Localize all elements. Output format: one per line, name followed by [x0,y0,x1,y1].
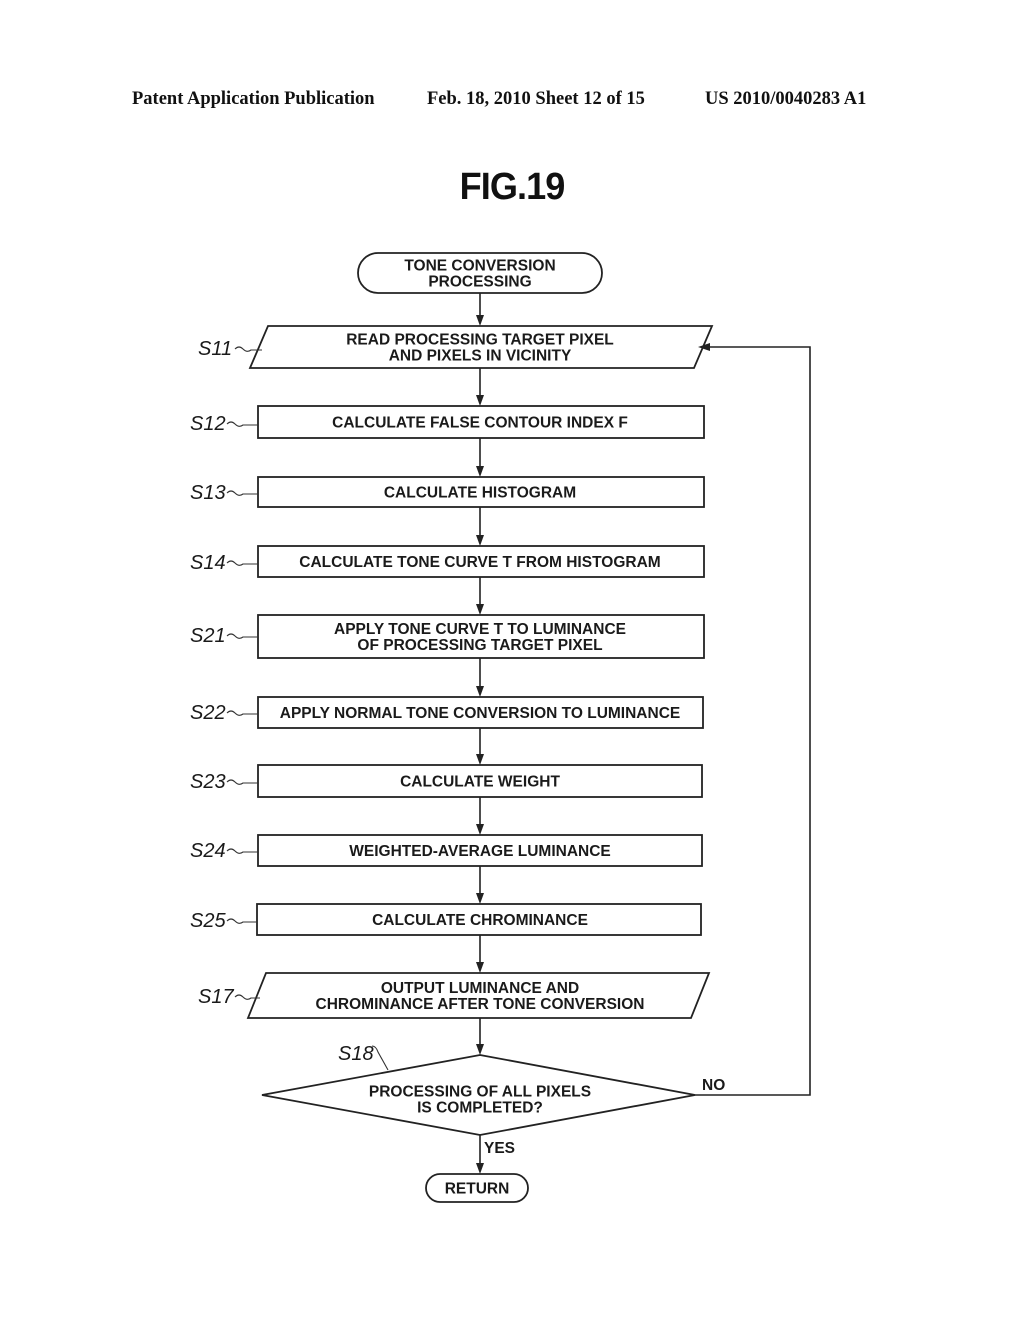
yes-label: YES [484,1140,515,1157]
arrowhead-icon [476,824,484,835]
step-id: S13 [190,482,226,504]
step-text: READ PROCESSING TARGET PIXEL [346,332,614,349]
leader-line [226,918,257,924]
arrow-s24-next [476,866,484,904]
arrow-s25-next [476,935,484,973]
arrow-s17-next [476,1018,484,1055]
step-s23: CALCULATE WEIGHT [257,764,703,798]
step-label-s25: S25 [190,910,257,932]
arrowhead-icon [476,1044,484,1055]
step-text: CALCULATE FALSE CONTOUR INDEX F [332,415,628,432]
step-label-s12: S12 [190,413,258,435]
leader-line [226,779,258,785]
decision-text: PROCESSING OF ALL PIXELS [369,1084,591,1101]
leader-line [371,1045,389,1071]
arrow-s11-next [476,368,484,406]
step-id: S24 [190,840,226,862]
arrowhead-icon [476,466,484,477]
step-label-s24: S24 [190,840,258,862]
step-id: S18 [338,1043,374,1065]
step-id: S22 [190,702,226,724]
leader-line [226,490,258,496]
yes-branch: YES [484,1140,515,1157]
decision-text: IS COMPLETED? [417,1100,543,1117]
arrow-s22-next [476,728,484,765]
step-text: APPLY NORMAL TONE CONVERSION TO LUMINANC… [280,705,680,722]
step-s17: OUTPUT LUMINANCE ANDCHROMINANCE AFTER TO… [246,972,711,1019]
step-text: CALCULATE WEIGHT [400,774,560,791]
arrow-s13-next [476,507,484,546]
step-s11: READ PROCESSING TARGET PIXELAND PIXELS I… [248,325,714,369]
leader-line [226,848,258,854]
step-id: S14 [190,552,226,574]
step-label-s13: S13 [190,482,258,504]
start-terminator: TONE CONVERSIONPROCESSING [357,252,603,294]
decision-s18: PROCESSING OF ALL PIXELSIS COMPLETED? S18 [261,1043,696,1136]
step-s12: CALCULATE FALSE CONTOUR INDEX F [257,405,705,439]
step-label-s11: S11 [198,338,262,360]
step-id: S17 [198,986,234,1008]
step-id: S12 [190,413,226,435]
step-text: WEIGHTED-AVERAGE LUMINANCE [349,843,611,860]
step-text: AND PIXELS IN VICINITY [389,348,572,365]
step-text: CALCULATE TONE CURVE T FROM HISTOGRAM [299,554,660,571]
arrowhead-icon [476,315,484,326]
arrow-start-to-s11 [476,293,484,326]
leader-line [226,633,258,639]
leader-line [226,421,258,427]
step-label-s23: S23 [190,771,258,793]
start-label: PROCESSING [428,274,531,291]
step-label-s21: S21 [190,625,258,647]
step-s21: APPLY TONE CURVE T TO LUMINANCEOF PROCES… [257,614,705,659]
step-id: S25 [190,910,226,932]
arrowhead-icon [476,1163,484,1174]
arrow-s12-next [476,438,484,477]
end-terminator: RETURN [425,1173,529,1203]
step-s13: CALCULATE HISTOGRAM [257,476,705,508]
arrowhead-icon [476,535,484,546]
arrowhead-icon [476,604,484,615]
step-id: S11 [198,338,232,360]
step-text: CHROMINANCE AFTER TONE CONVERSION [316,996,645,1013]
step-text: OF PROCESSING TARGET PIXEL [357,637,602,654]
step-id: S23 [190,771,226,793]
flowchart: TONE CONVERSIONPROCESSING READ PROCESSING… [190,252,811,1203]
start-label: TONE CONVERSION [404,258,555,275]
arrowhead-icon [476,893,484,904]
arrow-yes-to-return [476,1135,484,1174]
step-s25: CALCULATE CHROMINANCE [256,903,702,936]
arrow-s23-next [476,797,484,835]
end-label: RETURN [445,1181,510,1198]
step-s14: CALCULATE TONE CURVE T FROM HISTOGRAM [257,545,705,578]
step-s22: APPLY NORMAL TONE CONVERSION TO LUMINANC… [257,696,704,729]
step-label-s22: S22 [190,702,258,724]
step-id: S21 [190,625,226,647]
no-branch: NO [695,343,811,1096]
step-text: CALCULATE CHROMINANCE [372,912,588,929]
arrowhead-icon [476,754,484,765]
step-label-s14: S14 [190,552,258,574]
step-text: OUTPUT LUMINANCE AND [381,980,579,997]
arrow-s14-next [476,577,484,615]
arrow-s21-next [476,658,484,697]
step-label-s17: S17 [198,986,260,1008]
arrowhead-icon [476,686,484,697]
step-text: CALCULATE HISTOGRAM [384,485,576,502]
step-s24: WEIGHTED-AVERAGE LUMINANCE [257,834,703,867]
leader-line [226,710,258,716]
no-label: NO [702,1077,725,1094]
loop-line [695,346,811,1096]
step-text: APPLY TONE CURVE T TO LUMINANCE [334,621,626,638]
arrowhead-icon [476,962,484,973]
arrowhead-icon [476,395,484,406]
leader-line [226,560,258,566]
